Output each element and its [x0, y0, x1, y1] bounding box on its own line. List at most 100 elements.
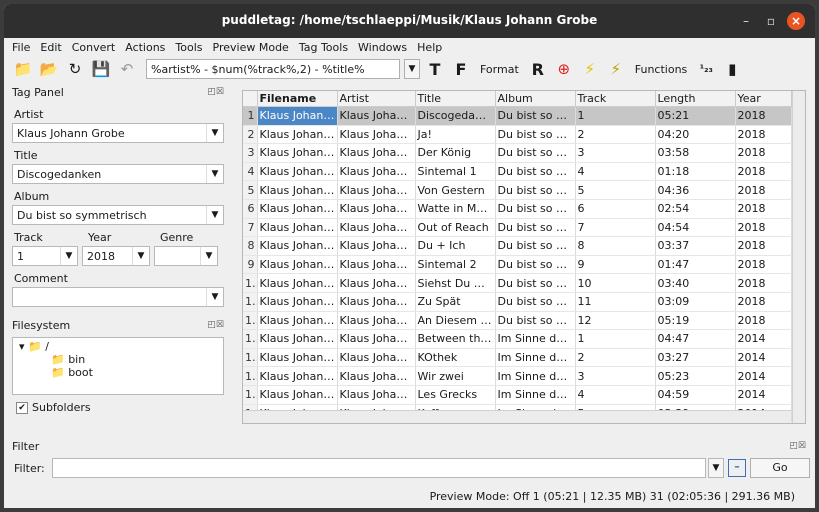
table-cell[interactable]: Du bist so sy... [495, 125, 576, 145]
autonumber-icon[interactable]: ¹₂₃ [695, 58, 717, 80]
table-cell[interactable]: Klaus Johann ... [257, 143, 338, 163]
table-cell[interactable]: 1 [575, 106, 656, 126]
artist-field[interactable]: Klaus Johann Grobe ▼ [12, 123, 224, 143]
panel-controls-icon[interactable]: ◰☒ [207, 87, 224, 97]
table-cell[interactable]: Discogedanken [415, 106, 496, 126]
table-cell[interactable]: Klaus Johann ... [337, 143, 416, 163]
menu-windows[interactable]: Windows [358, 41, 407, 54]
table-cell[interactable]: Du bist so sy... [495, 311, 576, 331]
column-header-filename[interactable]: Filename [257, 91, 338, 107]
table-cell[interactable]: 2014 [735, 385, 792, 405]
table-cell[interactable]: 2018 [735, 218, 792, 238]
table-cell[interactable]: Wir zwei [415, 366, 496, 386]
table-cell[interactable]: Im Sinne der ... [495, 348, 576, 368]
table-cell[interactable]: Klaus Johann ... [337, 106, 416, 126]
table-cell[interactable]: Between the ... [415, 329, 496, 349]
menu-convert[interactable]: Convert [72, 41, 116, 54]
table-cell[interactable]: 2018 [735, 180, 792, 200]
table-cell[interactable]: Du bist so sy... [495, 255, 576, 275]
table-cell[interactable]: Out of Reach [415, 218, 496, 238]
table-cell[interactable]: Klaus Johann ... [337, 236, 416, 256]
menu-edit[interactable]: Edit [40, 41, 61, 54]
table-cell[interactable]: 10 [575, 273, 656, 293]
table-cell[interactable]: Klaus Johann ... [337, 292, 416, 312]
table-cell[interactable]: Klaus Johann ... [257, 199, 338, 219]
table-cell[interactable]: Klaus Johann ... [337, 162, 416, 182]
table-cell[interactable]: 04:20 [655, 125, 736, 145]
table-cell[interactable]: 2014 [735, 348, 792, 368]
table-cell[interactable]: 2018 [735, 106, 792, 126]
go-button[interactable]: Go [750, 458, 810, 478]
filter-input[interactable] [52, 458, 706, 478]
table-cell[interactable]: Klaus Johann ... [337, 125, 416, 145]
table-cell[interactable]: 02:54 [655, 199, 736, 219]
table-cell[interactable]: Klaus Johann ... [257, 106, 338, 126]
table-cell[interactable]: Klaus Johann ... [257, 218, 338, 238]
horizontal-scrollbar[interactable] [243, 410, 791, 423]
table-cell[interactable]: Im Sinne der ... [495, 329, 576, 349]
table-cell[interactable]: 4 [575, 385, 656, 405]
table-cell[interactable]: 8 [575, 236, 656, 256]
table-cell[interactable]: 04:47 [655, 329, 736, 349]
table-cell[interactable]: 01:47 [655, 255, 736, 275]
table-row[interactable]: 8Klaus Johann ...Klaus Johann ...Du + Ic… [243, 236, 792, 256]
refresh-icon[interactable]: ↻ [64, 58, 86, 80]
tag-editor-icon[interactable]: ▮ [721, 58, 743, 80]
table-cell[interactable]: Ja! [415, 125, 496, 145]
year-field[interactable]: 2018 ▼ [82, 246, 150, 266]
table-cell[interactable]: Klaus Johann ... [337, 255, 416, 275]
table-cell[interactable]: Du bist so sy... [495, 180, 576, 200]
table-cell[interactable]: 11 [575, 292, 656, 312]
vertical-scrollbar[interactable] [792, 91, 805, 423]
table-cell[interactable]: 03:09 [655, 292, 736, 312]
table-cell[interactable]: Klaus Johann ... [337, 199, 416, 219]
table-cell[interactable]: Im Sinne der ... [495, 366, 576, 386]
functions-button[interactable]: Functions [631, 63, 692, 76]
menu-tag-tools[interactable]: Tag Tools [299, 41, 348, 54]
table-cell[interactable]: 7 [575, 218, 656, 238]
table-cell[interactable]: 5 [575, 180, 656, 200]
table-cell[interactable]: 2018 [735, 143, 792, 163]
table-cell[interactable]: Watte in Mei... [415, 199, 496, 219]
table-cell[interactable]: Klaus Johann ... [257, 385, 338, 405]
table-row[interactable]: 10Klaus Johann ...Klaus Johann ...Siehst… [243, 273, 792, 293]
table-cell[interactable]: Siehst Du Mi... [415, 273, 496, 293]
table-cell[interactable]: Zu Spät [415, 292, 496, 312]
table-cell[interactable]: Klaus Johann ... [257, 292, 338, 312]
menu-tools[interactable]: Tools [175, 41, 202, 54]
table-row[interactable]: 12Klaus Johann ...Klaus Johann ...An Die… [243, 311, 792, 331]
clear-action-icon[interactable]: ⚡ [605, 58, 627, 80]
table-cell[interactable]: Du bist so sy... [495, 292, 576, 312]
tag-to-file-icon[interactable]: T [424, 58, 446, 80]
table-cell[interactable]: 05:23 [655, 366, 736, 386]
column-header-length[interactable]: Length [655, 91, 736, 107]
table-cell[interactable]: Im Sinne der ... [495, 385, 576, 405]
chevron-down-icon[interactable]: ▼ [708, 458, 724, 478]
table-cell[interactable]: 1 [575, 329, 656, 349]
table-cell[interactable]: Klaus Johann ... [257, 180, 338, 200]
table-cell[interactable]: 3 [575, 366, 656, 386]
column-header-album[interactable]: Album [495, 91, 576, 107]
table-cell[interactable]: 3 [575, 143, 656, 163]
table-row[interactable]: 3Klaus Johann ...Klaus Johann ...Der Kön… [243, 143, 792, 163]
table-cell[interactable]: Du bist so sy... [495, 106, 576, 126]
album-field[interactable]: Du bist so symmetrisch ▼ [12, 205, 224, 225]
menu-preview-mode[interactable]: Preview Mode [213, 41, 289, 54]
column-header-title[interactable]: Title [415, 91, 496, 107]
table-cell[interactable]: Klaus Johann ... [257, 329, 338, 349]
table-cell[interactable]: 2018 [735, 273, 792, 293]
comment-field[interactable]: ▼ [12, 287, 224, 307]
table-cell[interactable]: 9 [575, 255, 656, 275]
table-cell[interactable]: Von Gestern [415, 180, 496, 200]
table-cell[interactable]: 03:37 [655, 236, 736, 256]
menu-actions[interactable]: Actions [125, 41, 165, 54]
table-cell[interactable]: Klaus Johann ... [337, 366, 416, 386]
table-cell[interactable]: 04:36 [655, 180, 736, 200]
table-cell[interactable]: 4 [575, 162, 656, 182]
table-row[interactable]: 1Klaus Johann ...Klaus Johann ...Discoge… [243, 106, 792, 126]
menu-file[interactable]: File [12, 41, 30, 54]
table-row[interactable]: 2Klaus Johann ...Klaus Johann ...Ja!Du b… [243, 125, 792, 145]
save-icon[interactable]: 💾 [90, 58, 112, 80]
table-row[interactable]: 6Klaus Johann ...Klaus Johann ...Watte i… [243, 199, 792, 219]
title-field[interactable]: Discogedanken ▼ [12, 164, 224, 184]
